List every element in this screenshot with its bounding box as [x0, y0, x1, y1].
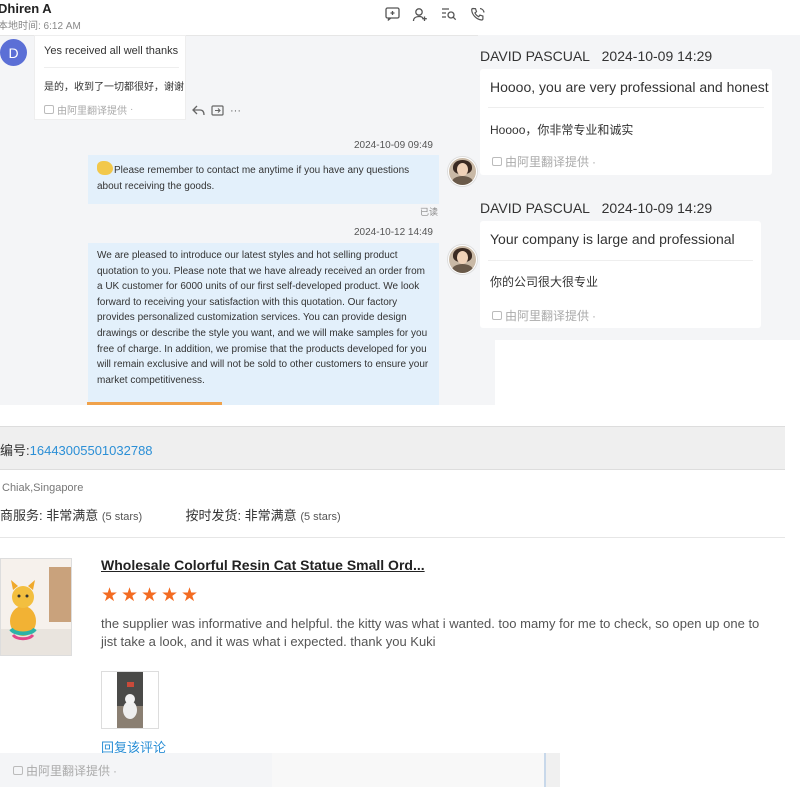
divider — [44, 67, 179, 68]
translation-credit: 由阿里翻译提供 · — [492, 153, 596, 170]
outgoing-message-bubble: Please remember to contact me anytime if… — [88, 155, 439, 204]
translation-credit-text: 由阿里翻译提供 — [26, 764, 111, 778]
new-message-icon[interactable] — [383, 5, 401, 23]
service-stars: (5 stars) — [101, 511, 143, 523]
sender-name: DAVID PASCUAL — [480, 200, 590, 216]
forward-icon[interactable] — [211, 105, 224, 119]
incoming-text-en: Yes received all well thanks — [44, 45, 179, 57]
contact-name: Dhiren A — [0, 1, 52, 16]
more-icon[interactable]: ··· — [230, 105, 241, 119]
footer-background — [272, 753, 544, 787]
translation-credit: 由阿里翻译提供 · — [492, 307, 596, 324]
dot-separator: · — [592, 154, 597, 169]
translation-card: Hoooo, you are very professional and hon… — [480, 69, 772, 175]
outgoing-message-bubble: We are pleased to introduce our latest s… — [88, 243, 439, 405]
order-bar: 编号:16443005501032788 — [0, 426, 785, 470]
translation-credit-text: 由阿里翻译提供 — [57, 106, 127, 117]
translation-text-en: Hoooo, you are very professional and hon… — [490, 79, 769, 95]
dot-separator: · — [130, 104, 134, 115]
translate-icon — [492, 157, 502, 166]
sender-timestamp: 2024-10-09 14:29 — [601, 48, 713, 64]
star-icon: ★ — [161, 585, 179, 606]
chat-panel: Dhiren A 本地时间: 6:12 AM D Yes received al… — [0, 0, 495, 405]
my-avatar — [448, 157, 477, 186]
delivery-stars: (5 stars) — [300, 511, 341, 523]
translation-credit: 由阿里翻译提供 · — [44, 102, 133, 117]
translation-credit: 由阿里翻译提供 · — [13, 762, 117, 779]
scroll-indicator — [87, 402, 222, 405]
section-divider — [0, 537, 785, 538]
sender-timestamp: 2024-10-09 14:29 — [601, 200, 713, 216]
delivery-rating: 按时发货: 非常满意 — [185, 508, 297, 523]
my-avatar — [448, 245, 477, 274]
translation-credit-text: 由阿里翻译提供 — [505, 155, 590, 169]
translation-footer: 由阿里翻译提供 · — [0, 753, 272, 787]
rating-summary: 商服务: 非常满意 (5 stars) 按时发货: 非常满意 (5 stars) — [0, 505, 341, 524]
chat-header: Dhiren A 本地时间: 6:12 AM — [0, 0, 495, 36]
sender-line: DAVID PASCUAL 2024-10-09 14:29 — [480, 200, 712, 216]
service-rating: 商服务: 非常满意 — [0, 508, 99, 523]
message-timestamp: 2024-10-12 14:49 — [354, 227, 433, 238]
footer-edge — [544, 753, 560, 787]
product-title-link[interactable]: Wholesale Colorful Resin Cat Statue Smal… — [101, 557, 441, 573]
star-icon: ★ — [101, 585, 119, 606]
wave-hand-icon — [97, 161, 113, 175]
message-actions: ··· — [192, 105, 241, 119]
translate-icon — [13, 766, 23, 775]
sender-line: DAVID PASCUAL 2024-10-09 14:29 — [480, 48, 712, 64]
message-timestamp: 2024-10-09 09:49 — [354, 140, 433, 151]
outgoing-message-text: We are pleased to introduce our latest s… — [97, 250, 429, 386]
product-image[interactable] — [0, 558, 72, 656]
call-icon[interactable] — [469, 5, 487, 23]
translation-credit-text: 由阿里翻译提供 — [505, 309, 590, 323]
star-icon: ★ — [181, 585, 199, 606]
translate-icon — [492, 311, 502, 320]
search-history-icon[interactable] — [440, 5, 458, 23]
incoming-text-zh: 是的，收到了一切都很好，谢谢 — [44, 82, 184, 93]
order-number-link[interactable]: 16443005501032788 — [30, 443, 153, 458]
translation-text-en: Your company is large and professional — [490, 231, 735, 247]
add-contact-icon[interactable] — [411, 5, 429, 23]
dot-separator: · — [592, 308, 597, 323]
contact-avatar[interactable]: D — [0, 39, 27, 66]
review-rating: ★ ★ ★ ★ ★ — [101, 585, 199, 606]
dot-separator: · — [113, 763, 118, 778]
read-status: 已读 — [420, 207, 439, 217]
translation-text-zh: Hoooo，你非常专业和诚实 — [490, 123, 634, 137]
translation-panel: DAVID PASCUAL 2024-10-09 14:29 Hoooo, yo… — [478, 35, 800, 340]
order-number-line: 编号:16443005501032788 — [0, 440, 153, 459]
review-photo[interactable] — [101, 671, 159, 729]
star-icon: ★ — [121, 585, 139, 606]
translation-text-zh: 你的公司很大很专业 — [490, 275, 599, 289]
order-number-label: 编号: — [0, 443, 30, 458]
translate-icon — [44, 105, 54, 114]
review-text: the supplier was informative and helpful… — [101, 616, 760, 649]
translation-card: Your company is large and professional 你… — [480, 221, 761, 328]
buyer-location: Chiak,Singapore — [2, 482, 84, 494]
contact-local-time: 本地时间: 6:12 AM — [0, 21, 81, 32]
sender-name: DAVID PASCUAL — [480, 48, 590, 64]
divider — [488, 260, 753, 261]
divider — [488, 107, 764, 108]
star-icon: ★ — [141, 585, 159, 606]
outgoing-message-text: Please remember to contact me anytime if… — [97, 165, 410, 192]
incoming-message-bubble: Yes received all well thanks 是的，收到了一切都很好… — [34, 35, 186, 120]
reply-icon[interactable] — [192, 105, 205, 119]
